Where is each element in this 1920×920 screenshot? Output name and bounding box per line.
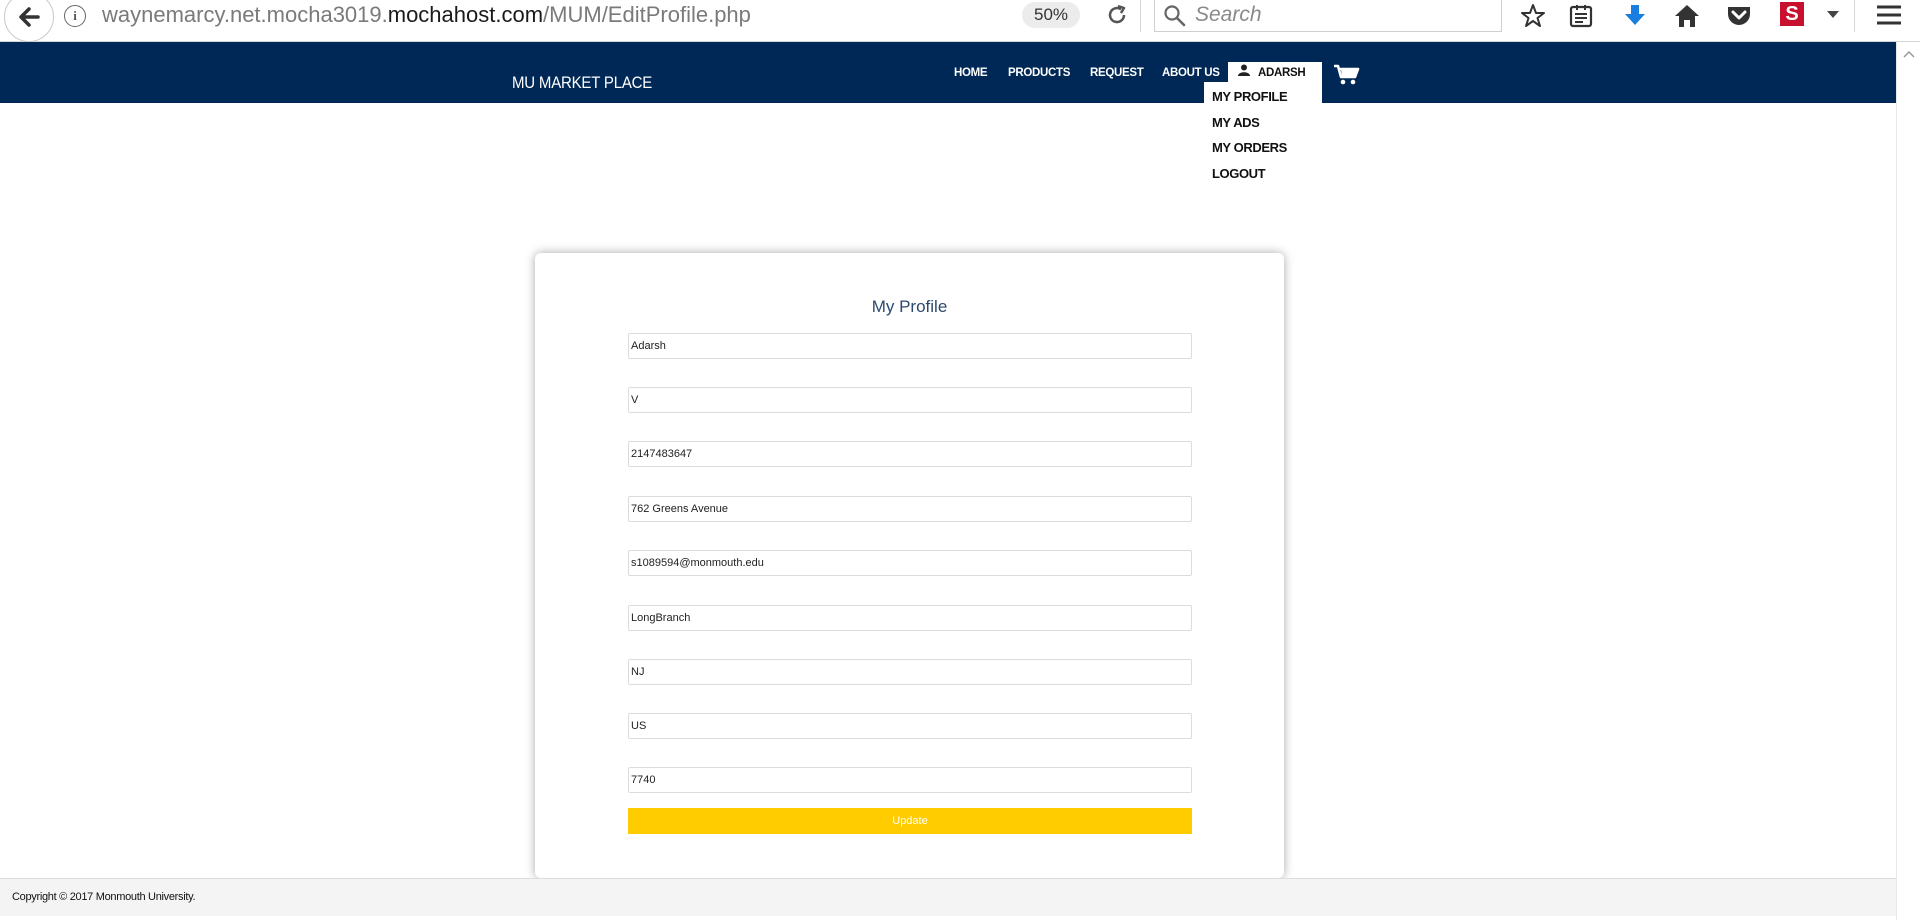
hamburger-menu-icon[interactable] xyxy=(1876,4,1902,26)
url-prefix: waynemarcy.net.mocha3019. xyxy=(102,2,388,27)
site-info-icon[interactable]: i xyxy=(64,5,86,27)
nav-about-us[interactable]: ABOUT US xyxy=(1162,67,1220,79)
email-field[interactable] xyxy=(628,550,1192,576)
page-scrollbar[interactable] xyxy=(1896,42,1920,920)
extension-s-icon[interactable]: S xyxy=(1780,2,1804,26)
profile-card: My Profile Update xyxy=(535,253,1284,878)
first-name-field[interactable] xyxy=(628,333,1192,359)
dropdown-logout[interactable]: LOGOUT xyxy=(1212,166,1266,181)
browser-search-box[interactable]: Search xyxy=(1154,0,1502,32)
download-icon[interactable] xyxy=(1622,3,1648,29)
toolbar-separator xyxy=(1140,0,1141,32)
dropdown-my-profile[interactable]: MY PROFILE xyxy=(1212,89,1288,104)
chevron-down-icon[interactable] xyxy=(1826,10,1840,20)
scroll-up-icon[interactable] xyxy=(1903,50,1915,58)
phone-field[interactable] xyxy=(628,441,1192,467)
state-field[interactable] xyxy=(628,659,1192,685)
zoom-indicator[interactable]: 50% xyxy=(1022,2,1080,28)
user-dropdown-menu: MY PROFILE MY ADS MY ORDERS LOGOUT xyxy=(1204,82,1322,190)
dropdown-my-ads[interactable]: MY ADS xyxy=(1212,115,1260,130)
toolbar-separator xyxy=(1854,0,1855,32)
user-name: ADARSH xyxy=(1258,67,1306,79)
pocket-icon[interactable] xyxy=(1725,3,1753,29)
bookmark-star-icon[interactable] xyxy=(1520,3,1546,29)
dropdown-my-orders[interactable]: MY ORDERS xyxy=(1212,140,1287,155)
url-path: /MUM/EditProfile.php xyxy=(543,2,751,27)
site-footer: Copyright © 2017 Monmouth University. xyxy=(0,878,1896,916)
search-placeholder: Search xyxy=(1195,3,1262,26)
nav-products[interactable]: PRODUCTS xyxy=(1008,67,1070,79)
nav-home[interactable]: HOME xyxy=(954,67,988,79)
zip-field[interactable] xyxy=(628,767,1192,793)
search-icon xyxy=(1164,5,1186,27)
address-field[interactable] xyxy=(628,496,1192,522)
reading-list-icon[interactable] xyxy=(1568,3,1594,29)
copyright-text: Copyright © 2017 Monmouth University. xyxy=(12,891,196,903)
back-arrow-icon xyxy=(19,7,40,27)
back-button[interactable] xyxy=(4,0,54,42)
city-field[interactable] xyxy=(628,605,1192,631)
site-navbar: MU MARKET PLACE HOME PRODUCTS REQUEST AB… xyxy=(0,42,1896,103)
url-domain: mochahost.com xyxy=(387,2,544,27)
address-bar[interactable]: waynemarcy.net.mocha3019.mochahost.com/M… xyxy=(102,1,751,29)
reload-icon[interactable] xyxy=(1105,3,1129,27)
country-field[interactable] xyxy=(628,713,1192,739)
profile-title: My Profile xyxy=(871,297,948,316)
last-name-field[interactable] xyxy=(628,387,1192,413)
home-icon[interactable] xyxy=(1673,3,1701,29)
browser-toolbar: i waynemarcy.net.mocha3019.mochahost.com… xyxy=(0,0,1920,42)
site-brand[interactable]: MU MARKET PLACE xyxy=(512,74,652,92)
user-icon xyxy=(1238,64,1250,76)
shopping-cart-icon[interactable] xyxy=(1334,64,1360,86)
nav-request[interactable]: REQUEST xyxy=(1090,67,1144,79)
user-menu-toggle[interactable]: ADARSH xyxy=(1228,62,1322,82)
update-button[interactable]: Update xyxy=(628,808,1192,834)
